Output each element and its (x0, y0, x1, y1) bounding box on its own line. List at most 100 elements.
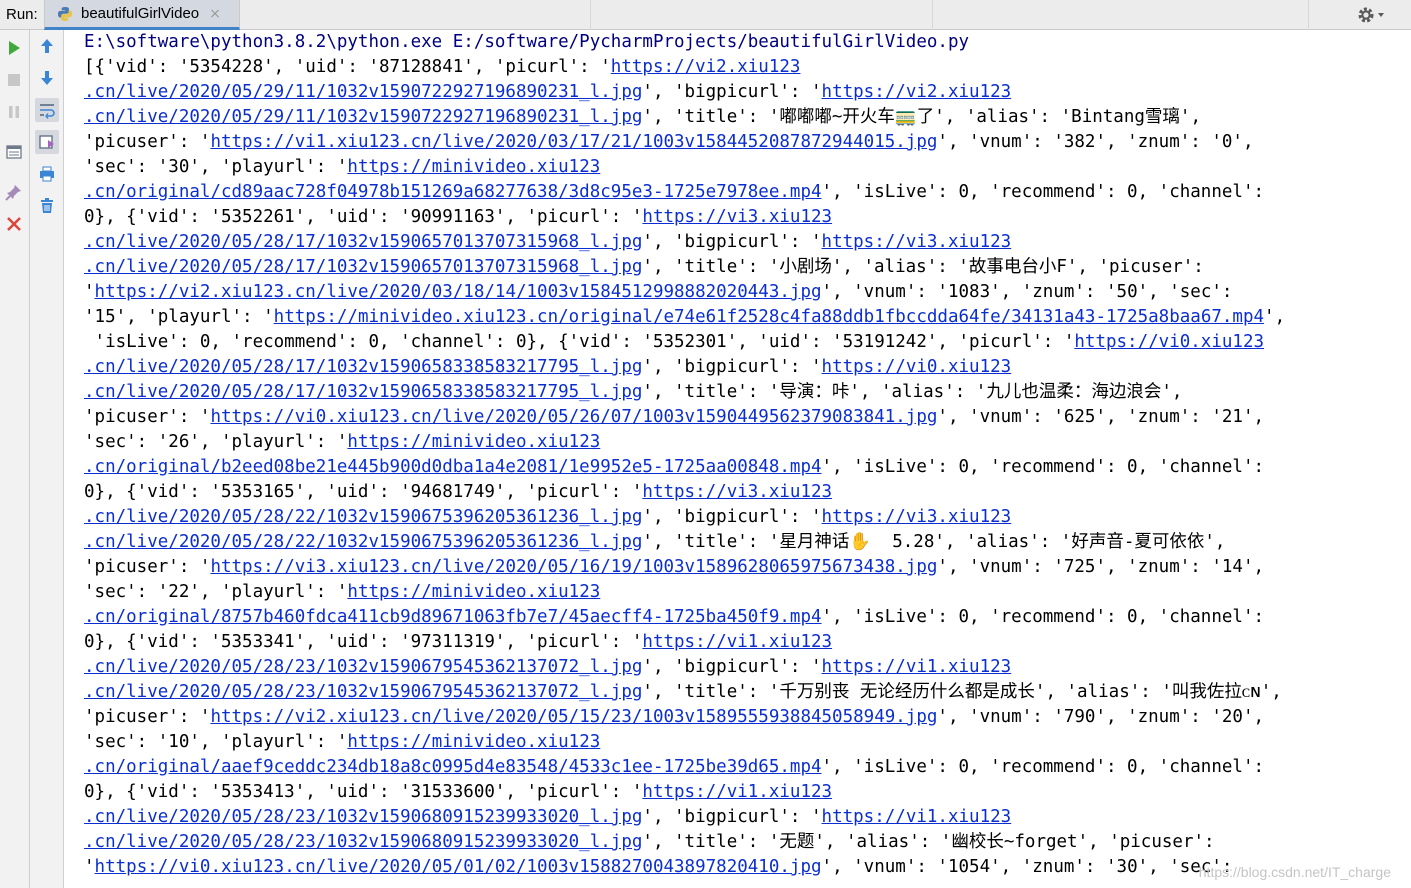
console-text: 'sec': '10', 'playurl': ' (84, 732, 348, 752)
console-link[interactable]: https://vi3.xiu123 (822, 232, 1012, 252)
scroll-up-button[interactable] (35, 34, 59, 58)
console-text: ', 'title': '嘟嘟嘟~开火车🚃了', 'alias': 'Binta… (642, 107, 1201, 127)
scroll-to-end-button[interactable] (35, 130, 59, 154)
trash-icon (41, 198, 53, 213)
pin-icon (5, 185, 21, 201)
console-link[interactable]: https://vi0.xiu123.cn/live/2020/05/01/02… (95, 857, 822, 877)
console-link[interactable]: https://minivideo.xiu123 (347, 432, 600, 452)
console-link[interactable]: https://vi2.xiu123 (822, 82, 1012, 102)
console-text: ', 'vnum': '790', 'znum': '20', (937, 707, 1265, 727)
console-text: ', 'bigpicurl': ' (642, 232, 822, 252)
console-link[interactable]: .cn/live/2020/05/28/17/1032v159065701370… (84, 257, 642, 277)
console-link[interactable]: .cn/live/2020/05/28/22/1032v159067539620… (84, 532, 642, 552)
console-link[interactable]: https://vi1.xiu123 (822, 657, 1012, 677)
dump-threads-button[interactable] (2, 140, 26, 164)
console-text: ', 'vnum': '625', 'znum': '21', (937, 407, 1265, 427)
console-link[interactable]: .cn/original/cd89aac728f04978b151269a682… (84, 182, 822, 202)
console-line: .cn/live/2020/05/28/23/1032v159067954536… (84, 680, 1282, 705)
console-line: .cn/live/2020/05/28/22/1032v159067539620… (84, 530, 1225, 555)
console-link[interactable]: .cn/live/2020/05/28/23/1032v159067954536… (84, 682, 642, 702)
console-text: ', 'bigpicurl': ' (642, 507, 822, 527)
settings-button[interactable] (1357, 4, 1393, 26)
console-link[interactable]: .cn/live/2020/05/28/23/1032v159068091523… (84, 807, 642, 827)
console-link[interactable]: https://minivideo.xiu123.cn/original/e74… (274, 307, 1264, 327)
console-line: .cn/live/2020/05/28/23/1032v159068091523… (84, 805, 1011, 830)
console-text: 0}, {'vid': '5353341', 'uid': '97311319'… (84, 632, 643, 652)
print-button[interactable] (35, 162, 59, 186)
console-link[interactable]: .cn/live/2020/05/29/11/1032v159072292719… (84, 82, 642, 102)
console-link[interactable]: https://vi1.xiu123 (642, 632, 832, 652)
gear-icon (1358, 7, 1374, 23)
console-link[interactable]: https://vi3.xiu123 (642, 207, 832, 227)
console-text: ', 'vnum': '1054', 'znum': '30', 'sec': (821, 857, 1233, 877)
pin-tab-button[interactable] (2, 180, 26, 204)
console-link[interactable]: https://vi3.xiu123 (642, 482, 832, 502)
console-line: 'https://vi0.xiu123.cn/live/2020/05/01/0… (84, 855, 1232, 880)
console-link[interactable]: https://vi0.xiu123.cn/live/2020/05/26/07… (210, 407, 937, 427)
arrow-down-icon (41, 71, 53, 85)
console-link[interactable]: .cn/original/8757b460fdca411cb9d89671063… (84, 607, 822, 627)
console-link[interactable]: https://vi2.xiu123 (611, 57, 801, 77)
soft-wrap-icon (40, 104, 55, 119)
clear-all-button[interactable] (35, 194, 59, 218)
console-link[interactable]: https://minivideo.xiu123 (347, 157, 600, 177)
close-icon[interactable]: × (209, 6, 221, 22)
run-label: Run: (6, 6, 38, 23)
console-text: ', 'bigpicurl': ' (642, 657, 822, 677)
pause-button[interactable] (2, 100, 26, 124)
console-text: 0}, {'vid': '5352261', 'uid': '90991163'… (84, 207, 643, 227)
console-line: '15', 'playurl': 'https://minivideo.xiu1… (84, 305, 1285, 330)
console-link[interactable]: https://vi1.xiu123 (642, 782, 832, 802)
console-text: ' (84, 282, 95, 302)
console-line: 'picuser': 'https://vi3.xiu123.cn/live/2… (84, 555, 1264, 580)
console-text: 0}, {'vid': '5353165', 'uid': '94681749'… (84, 482, 643, 502)
layout-icon (6, 145, 22, 159)
console-link[interactable]: https://minivideo.xiu123 (347, 732, 600, 752)
console-link[interactable]: .cn/live/2020/05/28/17/1032v159065833858… (84, 382, 642, 402)
console-link[interactable]: https://vi1.xiu123 (822, 807, 1012, 827)
console-text: ', 'title': '无题', 'alias': '幽校长~forget',… (642, 832, 1215, 852)
console-link[interactable]: https://vi0.xiu123 (1074, 332, 1264, 352)
console-text: ', 'bigpicurl': ' (642, 807, 822, 827)
console-link[interactable]: .cn/live/2020/05/28/22/1032v159067539620… (84, 507, 642, 527)
rerun-button[interactable] (2, 36, 26, 60)
console-link[interactable]: .cn/original/b2eed08be21e445b900d0dba1a4… (84, 457, 822, 477)
console-text: ', 'isLive': 0, 'recommend': 0, 'channel… (821, 457, 1265, 477)
run-tab-beautifulgirlvideo[interactable]: beautifulGirlVideo × (44, 0, 240, 30)
console-link[interactable]: .cn/live/2020/05/29/11/1032v159072292719… (84, 107, 642, 127)
console-link[interactable]: .cn/original/aaef9ceddc234db18a8c0995d4e… (84, 757, 822, 777)
run-icon (9, 41, 20, 55)
console-link[interactable]: https://minivideo.xiu123 (347, 582, 600, 602)
console-link[interactable]: https://vi3.xiu123.cn/live/2020/05/16/19… (210, 557, 937, 577)
console-link[interactable]: https://vi2.xiu123.cn/live/2020/03/18/14… (95, 282, 822, 302)
console-line: .cn/live/2020/05/28/23/1032v159068091523… (84, 830, 1215, 855)
console-text: 'picuser': ' (84, 707, 211, 727)
soft-wrap-button[interactable] (35, 98, 59, 122)
console-line: 'sec': '22', 'playurl': 'https://minivid… (84, 580, 600, 605)
console-link[interactable]: .cn/live/2020/05/28/17/1032v159065833858… (84, 357, 642, 377)
console-text: ', 'bigpicurl': ' (642, 357, 822, 377)
console-text: 'picuser': ' (84, 557, 211, 577)
stop-button[interactable] (2, 68, 26, 92)
console-link[interactable]: https://vi3.xiu123 (822, 507, 1012, 527)
close-run-button[interactable] (2, 212, 26, 236)
console-line: 0}, {'vid': '5353165', 'uid': '94681749'… (84, 480, 832, 505)
console-line: 'https://vi2.xiu123.cn/live/2020/03/18/1… (84, 280, 1232, 305)
python-icon (58, 6, 72, 21)
console-link[interactable]: https://vi2.xiu123.cn/live/2020/05/15/23… (210, 707, 937, 727)
console-link[interactable]: https://vi0.xiu123 (822, 357, 1012, 377)
console-link[interactable]: .cn/live/2020/05/28/17/1032v159065701370… (84, 232, 642, 252)
scroll-down-button[interactable] (35, 66, 59, 90)
console-line: .cn/original/cd89aac728f04978b151269a682… (84, 180, 1264, 205)
console-text: ', 'title': '小剧场', 'alias': '故事电台小F', 'p… (642, 257, 1204, 277)
console-link[interactable]: .cn/live/2020/05/28/23/1032v159067954536… (84, 657, 642, 677)
watermark: https://blog.csdn.net/IT_charge (1198, 864, 1391, 880)
console-line: 0}, {'vid': '5353413', 'uid': '31533600'… (84, 780, 832, 805)
console-link[interactable]: .cn/live/2020/05/28/23/1032v159068091523… (84, 832, 642, 852)
console-output[interactable]: E:\software\python3.8.2\python.exe E:/so… (64, 30, 1411, 888)
console-link[interactable]: https://vi1.xiu123.cn/live/2020/03/17/21… (210, 132, 937, 152)
console-text: ', 'isLive': 0, 'recommend': 0, 'channel… (821, 757, 1265, 777)
console-line: 'isLive': 0, 'recommend': 0, 'channel': … (84, 330, 1265, 355)
console-line: .cn/live/2020/05/28/17/1032v159065701370… (84, 230, 1011, 255)
console-line: .cn/live/2020/05/28/17/1032v159065833858… (84, 380, 1182, 405)
